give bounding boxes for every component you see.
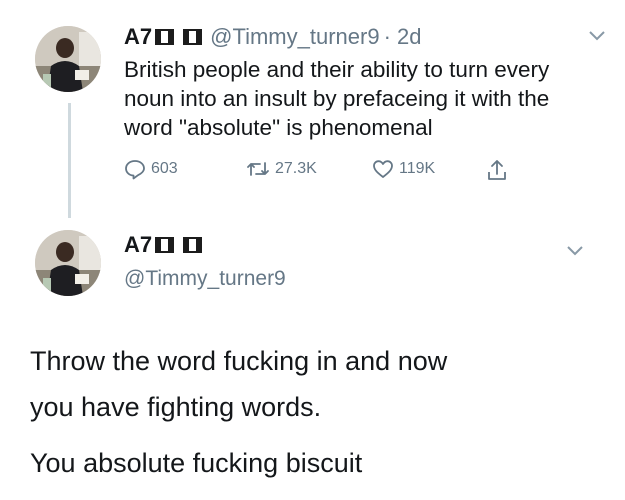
retweet-count: 27.3K: [275, 160, 317, 177]
tweet-text: British people and their ability to turn…: [124, 57, 550, 140]
avatar[interactable]: [35, 230, 101, 296]
handle[interactable]: @Timmy_turner9: [210, 22, 379, 52]
chevron-down-icon[interactable]: [588, 30, 606, 42]
share-button[interactable]: [486, 158, 513, 182]
avatar[interactable]: [35, 26, 101, 92]
share-icon: [488, 160, 506, 180]
avatar-photo: [35, 230, 101, 296]
reply-text-line: Throw the word fucking in and now: [30, 346, 448, 376]
retweet-icon: [247, 162, 269, 176]
retweet-button[interactable]: 27.3K: [246, 158, 317, 180]
thread-connector-line: [68, 103, 71, 218]
tweet-actions: 603 27.3K 119K: [124, 158, 544, 188]
tweet-time[interactable]: · 2d: [384, 22, 422, 52]
heart-icon: [373, 160, 393, 178]
reply-text-line: you have fighting words.: [30, 392, 322, 422]
nigeria-flag-icon: [183, 237, 203, 253]
tweet-header: A7 @Timmy_turner9 · 2d: [124, 22, 421, 52]
reply-text-line: You absolute fucking biscuit: [30, 448, 363, 478]
reply-button[interactable]: 603: [124, 158, 178, 180]
avatar-photo: [35, 26, 101, 92]
handle[interactable]: @Timmy_turner9: [124, 265, 286, 293]
nigeria-flag-icon: [155, 237, 175, 253]
like-count: 119K: [399, 160, 436, 177]
reply-text: Throw the word fucking in and now you ha…: [30, 338, 590, 486]
like-button[interactable]: 119K: [372, 158, 435, 180]
nigeria-flag-icon: [183, 29, 203, 45]
display-name[interactable]: A7: [124, 22, 203, 52]
display-name[interactable]: A7: [124, 230, 203, 260]
reply-icon: [125, 160, 145, 180]
reply-count: 603: [151, 160, 178, 177]
chevron-down-icon[interactable]: [566, 245, 584, 257]
nigeria-flag-icon: [155, 29, 175, 45]
